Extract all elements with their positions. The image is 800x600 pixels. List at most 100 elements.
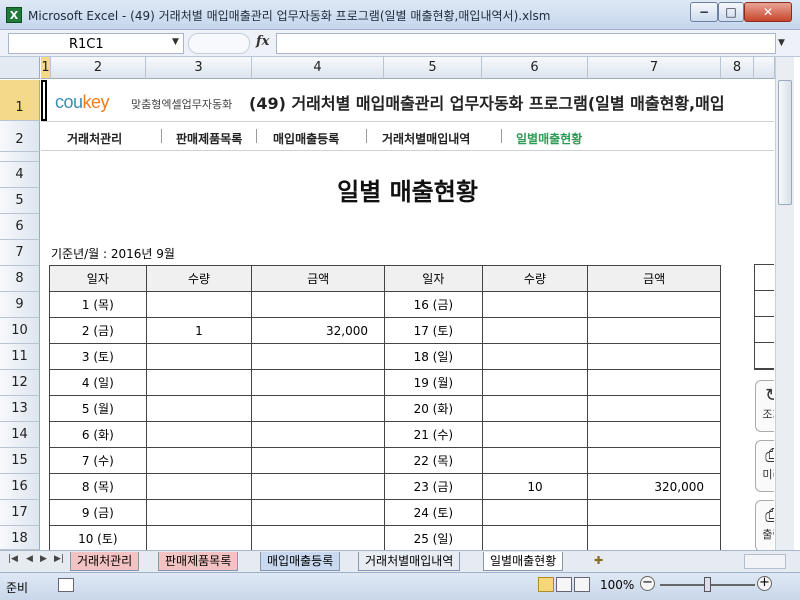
row-header[interactable]: 5 xyxy=(0,188,40,214)
date-cell[interactable]: 9 (금) xyxy=(49,499,147,526)
vertical-scroll-thumb[interactable] xyxy=(778,80,792,205)
row-header[interactable]: 1 xyxy=(0,80,40,121)
print-button[interactable]: ⎙출력 xyxy=(755,500,774,550)
name-box[interactable]: R1C1 ▼ xyxy=(8,33,184,54)
amount-cell[interactable] xyxy=(587,343,721,370)
quantity-cell[interactable] xyxy=(481,317,589,344)
date-cell[interactable]: 17 (토) xyxy=(384,317,483,344)
row-header[interactable]: 11 xyxy=(0,344,40,370)
search-button[interactable]: ↻조회 xyxy=(755,380,774,432)
prev-sheet-icon[interactable]: ◀ xyxy=(26,554,33,564)
column-header[interactable]: 4 xyxy=(252,57,384,79)
nav-item-daily-sales[interactable]: 일별매출현황 xyxy=(516,130,582,147)
date-cell[interactable]: 24 (토) xyxy=(384,499,483,526)
sheet-tab[interactable]: 판매제품목록 xyxy=(158,552,239,571)
quantity-cell[interactable] xyxy=(145,473,253,500)
date-cell[interactable]: 25 (일) xyxy=(384,525,483,550)
amount-cell[interactable]: 32,000 xyxy=(251,317,385,344)
date-cell[interactable]: 18 (일) xyxy=(384,343,483,370)
amount-cell[interactable] xyxy=(251,421,385,448)
quantity-cell[interactable] xyxy=(145,369,253,396)
quantity-cell[interactable]: 10 xyxy=(481,473,589,500)
zoom-in-button[interactable]: + xyxy=(757,576,772,591)
date-cell[interactable]: 5 (월) xyxy=(49,395,147,422)
page-break-view-button[interactable] xyxy=(574,577,590,592)
quantity-cell[interactable] xyxy=(145,525,253,550)
column-header-partial[interactable] xyxy=(754,57,775,79)
row-header[interactable]: 12 xyxy=(0,370,40,396)
date-cell[interactable]: 16 (금) xyxy=(384,291,483,318)
column-header[interactable]: 1 xyxy=(41,57,51,79)
date-cell[interactable]: 10 (토) xyxy=(49,525,147,550)
insert-sheet-icon[interactable]: ✚ xyxy=(594,554,612,568)
row-header[interactable]: 6 xyxy=(0,214,40,240)
quantity-cell[interactable] xyxy=(481,369,589,396)
amount-cell[interactable] xyxy=(587,525,721,550)
amount-cell[interactable] xyxy=(587,291,721,318)
page-layout-view-button[interactable] xyxy=(556,577,572,592)
zoom-level[interactable]: 100% xyxy=(600,578,634,592)
quantity-cell[interactable] xyxy=(145,499,253,526)
row-header[interactable] xyxy=(0,152,40,162)
maximize-button[interactable]: □ xyxy=(718,2,744,22)
date-cell[interactable]: 8 (목) xyxy=(49,473,147,500)
quantity-cell[interactable] xyxy=(481,343,589,370)
sheet-tab[interactable]: 거래처별매입내역 xyxy=(358,552,461,571)
date-cell[interactable]: 7 (수) xyxy=(49,447,147,474)
row-header[interactable]: 18 xyxy=(0,526,40,550)
sheet-tab[interactable]: 일별매출현황 xyxy=(483,552,564,571)
column-header[interactable]: 2 xyxy=(51,57,146,79)
close-button[interactable]: ✕ xyxy=(744,2,792,22)
expand-formula-icon[interactable]: ▼ xyxy=(778,38,785,48)
date-cell[interactable]: 2 (금) xyxy=(49,317,147,344)
row-header[interactable]: 2 xyxy=(0,121,40,152)
quantity-cell[interactable] xyxy=(145,447,253,474)
date-cell[interactable]: 20 (화) xyxy=(384,395,483,422)
amount-cell[interactable] xyxy=(587,317,721,344)
quantity-cell[interactable] xyxy=(145,421,253,448)
amount-cell[interactable] xyxy=(251,473,385,500)
amount-cell[interactable] xyxy=(587,421,721,448)
macro-record-icon[interactable] xyxy=(58,578,74,592)
amount-cell[interactable] xyxy=(587,395,721,422)
column-header[interactable]: 3 xyxy=(146,57,252,79)
quantity-cell[interactable] xyxy=(145,291,253,318)
worksheet[interactable]: coukey 맞춤형엑셀업무자동화 (49) 거래처별 매입매출관리 업무자동화… xyxy=(41,80,774,550)
amount-cell[interactable] xyxy=(251,395,385,422)
zoom-slider-thumb[interactable] xyxy=(704,577,711,592)
minimize-button[interactable]: − xyxy=(690,2,718,22)
preview-button[interactable]: ⎙미리 xyxy=(755,440,774,492)
quantity-cell[interactable] xyxy=(481,421,589,448)
amount-cell[interactable] xyxy=(251,447,385,474)
row-header[interactable]: 16 xyxy=(0,474,40,500)
date-cell[interactable]: 3 (토) xyxy=(49,343,147,370)
nav-item-register[interactable]: 매입매출등록 xyxy=(273,130,339,147)
row-header[interactable]: 13 xyxy=(0,396,40,422)
zoom-out-button[interactable]: − xyxy=(640,576,655,591)
date-cell[interactable]: 21 (수) xyxy=(384,421,483,448)
date-cell[interactable]: 22 (목) xyxy=(384,447,483,474)
quantity-cell[interactable] xyxy=(145,395,253,422)
active-cell-r1c1[interactable] xyxy=(41,80,47,121)
quantity-cell[interactable] xyxy=(481,395,589,422)
row-header[interactable]: 17 xyxy=(0,500,40,526)
nav-item-purchase-detail[interactable]: 거래처별매입내역 xyxy=(382,130,470,147)
quantity-cell[interactable] xyxy=(481,291,589,318)
date-cell[interactable]: 23 (금) xyxy=(384,473,483,500)
quantity-cell[interactable]: 1 xyxy=(145,317,253,344)
amount-cell[interactable] xyxy=(251,499,385,526)
chevron-down-icon[interactable]: ▼ xyxy=(172,37,179,47)
amount-cell[interactable] xyxy=(251,525,385,550)
quantity-cell[interactable] xyxy=(481,499,589,526)
amount-cell[interactable] xyxy=(251,369,385,396)
select-all-corner[interactable] xyxy=(0,57,40,79)
quantity-cell[interactable] xyxy=(145,343,253,370)
first-sheet-icon[interactable]: |◀ xyxy=(8,554,18,564)
amount-cell[interactable] xyxy=(251,343,385,370)
sheet-tab[interactable]: 매입매출등록 xyxy=(260,552,341,571)
amount-cell[interactable] xyxy=(587,447,721,474)
row-header[interactable]: 7 xyxy=(0,240,40,266)
amount-cell[interactable] xyxy=(587,499,721,526)
quantity-cell[interactable] xyxy=(481,525,589,550)
nav-item-products[interactable]: 판매제품목록 xyxy=(176,130,242,147)
